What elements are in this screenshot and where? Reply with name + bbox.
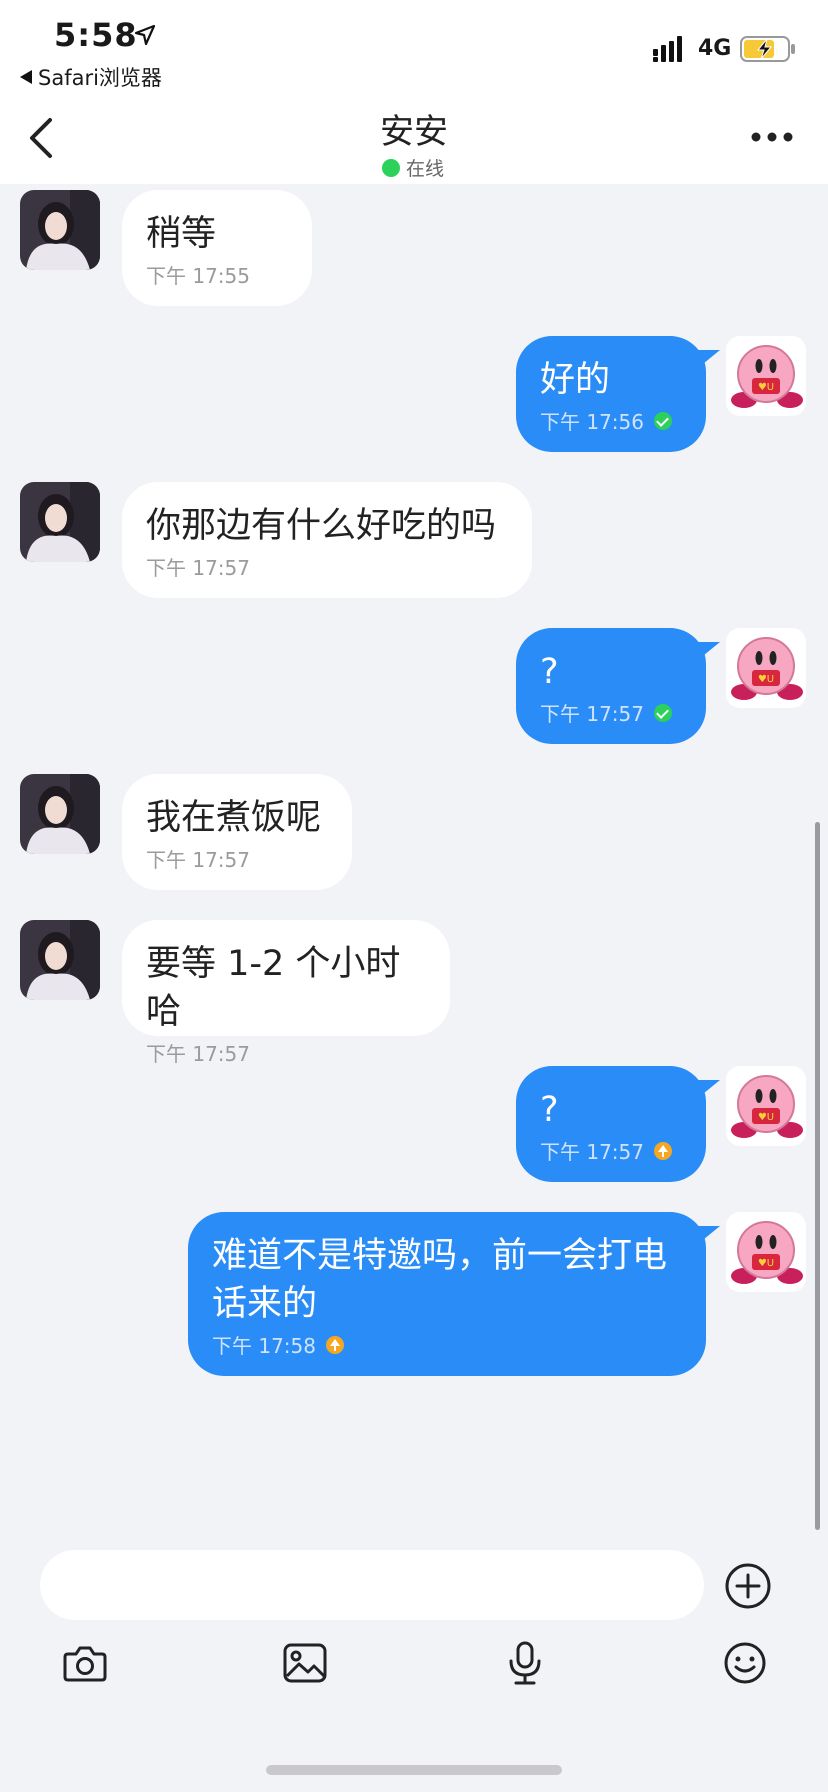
message-bubble[interactable]: ? 下午 17:57 [516, 628, 720, 744]
svg-text:♥U: ♥U [758, 382, 774, 393]
message-meta: 下午 17:57 [540, 1136, 682, 1165]
message-meta: 下午 17:55 [146, 260, 288, 289]
message-input[interactable] [40, 1550, 704, 1620]
emoji-icon[interactable] [722, 1640, 768, 1686]
message-text: 稍等 [146, 214, 217, 254]
message-text: 要等 1-2 个小时哈 [146, 944, 401, 1032]
message-text: 你那边有什么好吃的吗 [146, 506, 497, 546]
message-bubble[interactable]: 我在煮饭呢 下午 17:57 [122, 774, 352, 890]
contact-avatar[interactable] [20, 482, 100, 562]
message-meta: 下午 17:57 [540, 698, 682, 727]
contact-avatar[interactable] [20, 774, 100, 854]
contact-avatar-icon [20, 482, 100, 562]
contact-avatar-icon [20, 774, 100, 854]
kirby-avatar-icon: ♥U [726, 628, 806, 708]
message-time: 下午 17:58 [212, 1334, 316, 1358]
online-status-label: 在线 [406, 158, 445, 180]
message-time: 下午 17:56 [540, 410, 644, 434]
my-avatar[interactable]: ♥U [726, 1212, 806, 1292]
my-avatar[interactable]: ♥U [726, 1066, 806, 1146]
back-triangle-icon [20, 70, 32, 84]
contact-name: 安安 [380, 112, 448, 152]
message-text: ? [540, 1090, 559, 1130]
svg-text:♥U: ♥U [758, 1112, 774, 1123]
contact-avatar[interactable] [20, 920, 100, 1000]
status-bar: 5:58 Safari浏览器 4G [0, 0, 828, 92]
message-bubble[interactable]: ? 下午 17:57 [516, 1066, 720, 1182]
message-meta: 下午 17:57 [146, 844, 328, 873]
message-time: 下午 17:57 [540, 1140, 644, 1164]
message-time: 下午 17:55 [146, 264, 250, 288]
my-avatar[interactable]: ♥U [726, 336, 806, 416]
svg-text:♥U: ♥U [758, 674, 774, 685]
signal-icon [653, 36, 682, 62]
status-time: 5:58 [54, 16, 138, 54]
message-text: 难道不是特邀吗，前一会打电 话来的 [212, 1236, 668, 1324]
location-arrow-icon [134, 24, 156, 46]
my-avatar[interactable]: ♥U [726, 628, 806, 708]
back-app-label: Safari浏览器 [38, 66, 162, 90]
online-status: 在线 [382, 154, 444, 181]
message-meta: 下午 17:58 [212, 1330, 682, 1359]
message-meta: 下午 17:57 [146, 1038, 426, 1067]
message-time: 下午 17:57 [146, 556, 250, 580]
delivered-check-icon [654, 411, 672, 430]
message-time: 下午 17:57 [146, 848, 250, 872]
more-dots-icon[interactable] [748, 122, 798, 152]
kirby-avatar-icon: ♥U [726, 1212, 806, 1292]
contact-avatar-icon [20, 920, 100, 1000]
sending-arrow-icon [654, 1141, 672, 1160]
sending-arrow-icon [326, 1335, 344, 1354]
svg-text:♥U: ♥U [758, 1258, 774, 1269]
message-bubble[interactable]: 稍等 下午 17:55 [122, 190, 312, 306]
camera-icon[interactable] [62, 1640, 108, 1686]
message-text: 好的 [540, 360, 611, 400]
home-indicator[interactable] [266, 1765, 562, 1775]
microphone-icon[interactable] [502, 1640, 548, 1686]
chat-header: 安安 在线 [0, 92, 828, 184]
online-dot-icon [382, 158, 400, 177]
kirby-avatar-icon: ♥U [726, 336, 806, 416]
image-icon[interactable] [282, 1640, 328, 1686]
message-time: 下午 17:57 [146, 1042, 250, 1066]
contact-avatar-icon [20, 190, 100, 270]
message-bubble[interactable]: 难道不是特邀吗，前一会打电 话来的 下午 17:58 [188, 1212, 720, 1376]
message-bubble[interactable]: 要等 1-2 个小时哈 下午 17:57 [122, 920, 450, 1066]
chat-scrollbar[interactable] [815, 822, 820, 1530]
plus-circle-icon[interactable] [724, 1562, 772, 1610]
kirby-avatar-icon: ♥U [726, 1066, 806, 1146]
message-text: 我在煮饭呢 [146, 798, 322, 838]
delivered-check-icon [654, 703, 672, 722]
message-time: 下午 17:57 [540, 702, 644, 726]
network-type: 4G [698, 36, 732, 61]
battery-charging-icon [740, 36, 795, 62]
message-meta: 下午 17:56 [540, 406, 682, 435]
message-bubble[interactable]: 好的 下午 17:56 [516, 336, 720, 452]
back-to-app[interactable]: Safari浏览器 [20, 62, 162, 92]
contact-avatar[interactable] [20, 190, 100, 270]
message-text: ? [540, 652, 559, 692]
message-meta: 下午 17:57 [146, 552, 508, 581]
message-bubble[interactable]: 你那边有什么好吃的吗 下午 17:57 [122, 482, 532, 598]
